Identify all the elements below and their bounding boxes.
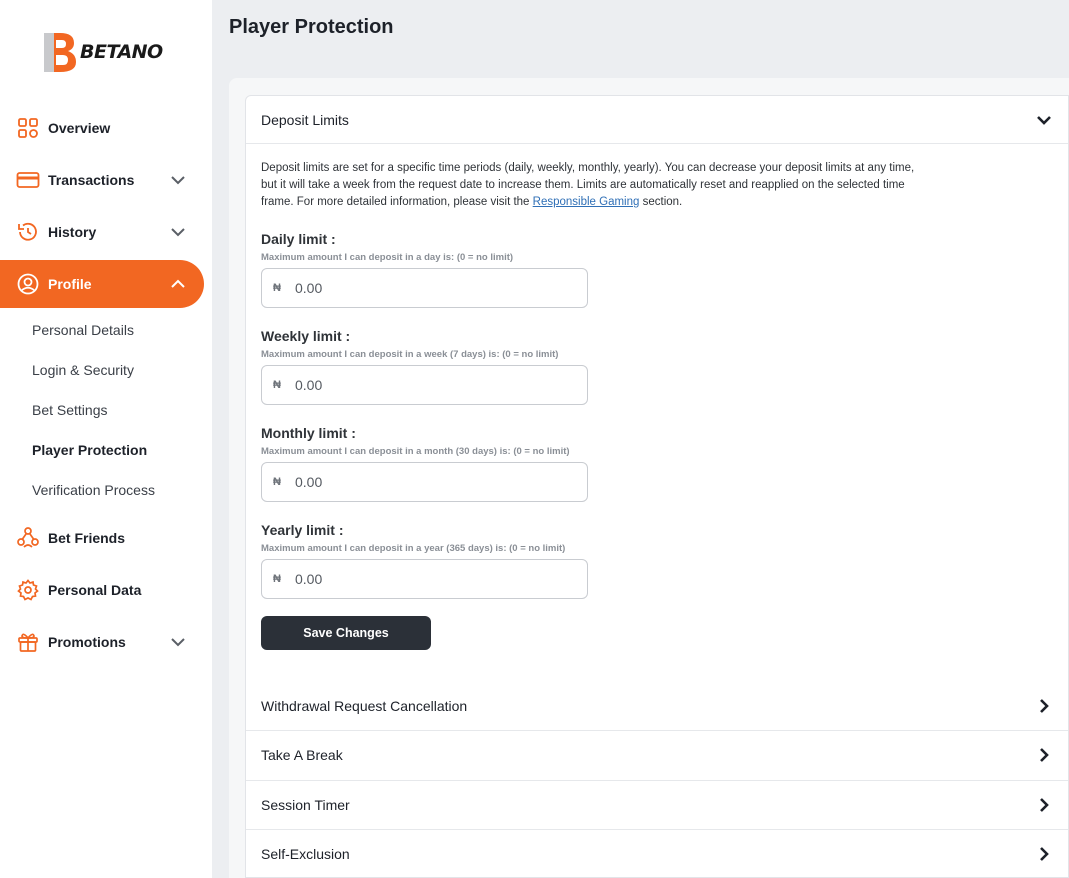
sidebar-item-promotions[interactable]: Promotions bbox=[0, 618, 204, 666]
currency-icon: ₦ bbox=[273, 476, 281, 488]
grid-icon bbox=[16, 116, 40, 140]
sidebar-item-overview[interactable]: Overview bbox=[0, 104, 204, 152]
history-icon bbox=[16, 220, 40, 244]
sidebar-subitem-verification-process[interactable]: Verification Process bbox=[32, 482, 155, 498]
monthly-limit-label: Monthly limit : bbox=[261, 425, 356, 441]
daily-limit-field[interactable]: ₦ bbox=[261, 268, 588, 308]
sidebar-item-label: Bet Friends bbox=[48, 530, 126, 546]
chevron-down-icon bbox=[171, 228, 185, 237]
logo-text: BETANO bbox=[80, 41, 163, 63]
sidebar-item-label: History bbox=[48, 224, 97, 240]
chevron-right-icon bbox=[1040, 847, 1049, 861]
weekly-limit-field[interactable]: ₦ bbox=[261, 365, 588, 405]
session-timer-header[interactable]: Session Timer bbox=[246, 781, 1068, 829]
sidebar-subitem-personal-details[interactable]: Personal Details bbox=[32, 322, 134, 338]
section-title: Take A Break bbox=[261, 747, 343, 763]
sidebar-item-label: Personal Data bbox=[48, 582, 142, 598]
self-exclusion-header[interactable]: Self-Exclusion bbox=[246, 830, 1068, 878]
chevron-right-icon bbox=[1040, 748, 1049, 762]
sidebar-subitem-player-protection[interactable]: Player Protection bbox=[32, 442, 147, 458]
daily-limit-input[interactable] bbox=[295, 280, 575, 296]
friends-icon bbox=[16, 526, 40, 550]
yearly-limit-help: Maximum amount I can deposit in a year (… bbox=[261, 543, 566, 554]
sidebar-item-label: Transactions bbox=[48, 172, 135, 188]
currency-icon: ₦ bbox=[273, 573, 281, 585]
currency-icon: ₦ bbox=[273, 282, 281, 294]
sidebar-subitem-login-security[interactable]: Login & Security bbox=[32, 362, 134, 378]
gift-icon bbox=[16, 630, 40, 654]
yearly-limit-label: Yearly limit : bbox=[261, 522, 344, 538]
yearly-limit-input[interactable] bbox=[295, 571, 575, 587]
sidebar-item-bet-friends[interactable]: Bet Friends bbox=[0, 514, 204, 562]
sidebar-subitem-bet-settings[interactable]: Bet Settings bbox=[32, 402, 108, 418]
take-a-break-header[interactable]: Take A Break bbox=[246, 731, 1068, 779]
sidebar: BETANO Overview Transactions History Pro… bbox=[0, 0, 212, 878]
deposit-limits-header[interactable]: Deposit Limits bbox=[246, 96, 1068, 144]
section-title: Self-Exclusion bbox=[261, 846, 350, 862]
sidebar-item-label: Profile bbox=[48, 276, 92, 292]
monthly-limit-input[interactable] bbox=[295, 474, 575, 490]
chevron-right-icon bbox=[1040, 798, 1049, 812]
card-icon bbox=[16, 168, 40, 192]
divider bbox=[246, 143, 1068, 144]
chevron-right-icon bbox=[1040, 699, 1049, 713]
sidebar-item-history[interactable]: History bbox=[0, 208, 204, 256]
chevron-down-icon bbox=[171, 176, 185, 185]
daily-limit-label: Daily limit : bbox=[261, 231, 336, 247]
chevron-up-icon bbox=[171, 279, 185, 288]
deposit-limits-description: Deposit limits are set for a specific ti… bbox=[261, 160, 921, 211]
yearly-limit-field[interactable]: ₦ bbox=[261, 559, 588, 599]
weekly-limit-label: Weekly limit : bbox=[261, 328, 351, 344]
chevron-down-icon bbox=[1037, 116, 1051, 125]
responsible-gaming-link[interactable]: Responsible Gaming bbox=[533, 196, 640, 208]
monthly-limit-help: Maximum amount I can deposit in a month … bbox=[261, 446, 570, 457]
monthly-limit-field[interactable]: ₦ bbox=[261, 462, 588, 502]
user-icon bbox=[16, 272, 40, 296]
sidebar-item-label: Promotions bbox=[48, 634, 126, 650]
section-title: Withdrawal Request Cancellation bbox=[261, 698, 468, 714]
chevron-down-icon bbox=[171, 638, 185, 647]
sidebar-item-label: Overview bbox=[48, 120, 111, 136]
sidebar-item-personal-data[interactable]: Personal Data bbox=[0, 566, 204, 614]
description-text-end: section. bbox=[639, 196, 683, 208]
page-title: Player Protection bbox=[229, 16, 394, 38]
logo-mark-icon bbox=[44, 33, 76, 72]
player-protection-panel: Deposit Limits Deposit limits are set fo… bbox=[245, 95, 1069, 878]
weekly-limit-help: Maximum amount I can deposit in a week (… bbox=[261, 349, 559, 360]
sidebar-item-profile[interactable]: Profile bbox=[0, 260, 204, 308]
section-title: Session Timer bbox=[261, 797, 350, 813]
sidebar-item-transactions[interactable]: Transactions bbox=[0, 156, 204, 204]
save-changes-button[interactable]: Save Changes bbox=[261, 616, 431, 650]
gear-icon bbox=[16, 578, 40, 602]
withdrawal-request-cancellation-header[interactable]: Withdrawal Request Cancellation bbox=[246, 682, 1068, 730]
currency-icon: ₦ bbox=[273, 379, 281, 391]
betano-logo[interactable]: BETANO bbox=[40, 30, 163, 74]
weekly-limit-input[interactable] bbox=[295, 377, 575, 393]
daily-limit-help: Maximum amount I can deposit in a day is… bbox=[261, 252, 514, 263]
deposit-limits-title: Deposit Limits bbox=[261, 112, 349, 128]
